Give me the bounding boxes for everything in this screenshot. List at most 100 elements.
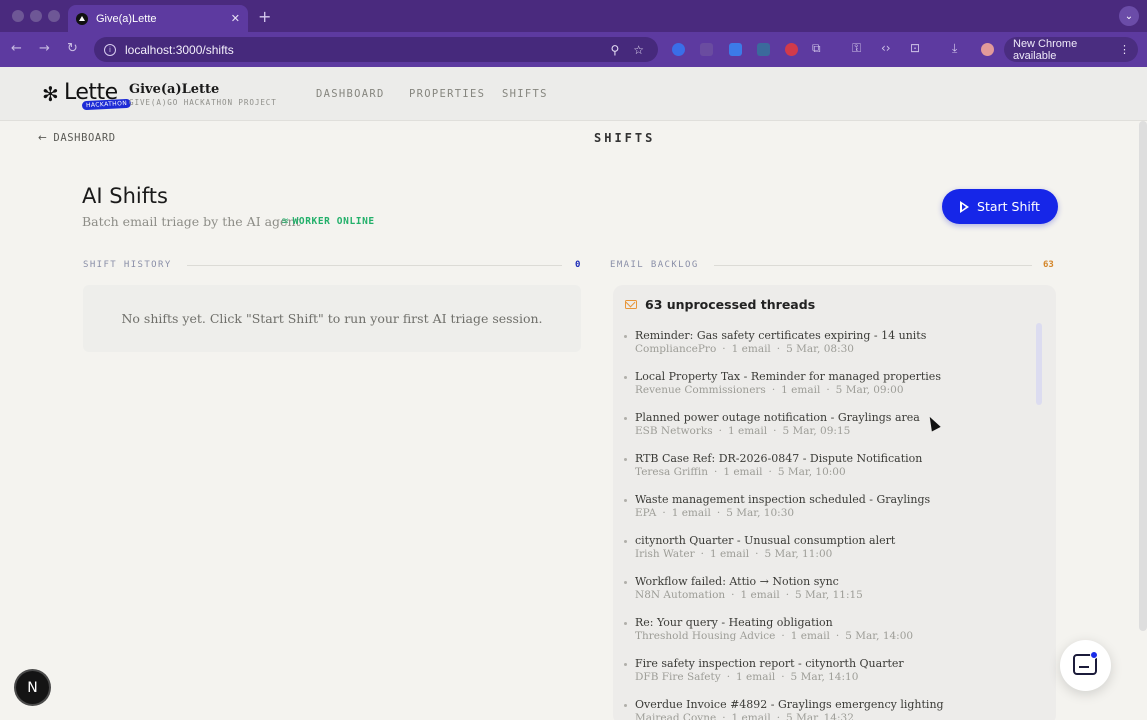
new-tab-icon[interactable]: +: [258, 7, 271, 26]
thread-time: 5 Mar, 09:15: [782, 425, 851, 437]
brand-subtitle: GIVE(A)GO HACKATHON PROJECT: [129, 98, 277, 107]
thread-subject: Re: Your query - Heating obligation: [635, 616, 833, 629]
thread-meta: N8N Automation · 1 email · 5 Mar, 11:15: [635, 589, 863, 601]
thread-email-count: 1 email: [709, 548, 750, 560]
tab-search-chevron-icon[interactable]: ⌄: [1119, 6, 1139, 26]
thread-meta: Irish Water · 1 email · 5 Mar, 11:00: [635, 548, 833, 560]
shift-history-empty-state: No shifts yet. Click "Start Shift" to ru…: [83, 285, 581, 352]
extension-icon[interactable]: [757, 43, 770, 56]
reload-icon[interactable]: ↻: [67, 41, 78, 56]
thread-subject: Overdue Invoice #4892 - Graylings emerge…: [635, 698, 944, 711]
thread-email-count: 1 email: [671, 507, 711, 519]
thread-meta: Threshold Housing Advice · 1 email · 5 Mar, …: [635, 630, 914, 642]
bullet-icon: [624, 704, 627, 707]
browser-tab[interactable]: Give(a)Lette ✕: [68, 5, 248, 32]
bullet-icon: [624, 540, 627, 543]
thread-email-count: 1 email: [731, 712, 771, 720]
address-bar[interactable]: i localhost:3000/shifts ⚲ ☆: [94, 37, 658, 62]
update-label: New Chrome available: [1013, 37, 1078, 62]
forward-arrow-icon[interactable]: →: [39, 41, 50, 56]
browser-tab-strip: Give(a)Lette ✕ + ⌄: [0, 0, 1147, 32]
thread-subject: Planned power outage notification - Gray…: [635, 411, 920, 424]
thread-subject: Local Property Tax - Reminder for manage…: [635, 370, 941, 383]
play-icon: [960, 200, 970, 213]
extension-icon[interactable]: [729, 43, 742, 56]
screenshot-icon[interactable]: ⊡: [910, 41, 920, 55]
back-arrow-icon[interactable]: ←: [11, 41, 22, 56]
page-scrollbar[interactable]: [1139, 121, 1147, 631]
notification-dot: [1090, 651, 1098, 659]
start-shift-button[interactable]: Start Shift: [942, 189, 1058, 224]
email-backlog-card: 63 unprocessed threads Reminder: Gas saf…: [613, 285, 1056, 720]
thread-email-count: 1 email: [781, 384, 821, 396]
thread-subject: Reminder: Gas safety certificates expiri…: [635, 329, 927, 342]
brand-name: Give(a)Lette: [129, 82, 220, 97]
nav-dashboard[interactable]: DASHBOARD: [316, 88, 385, 100]
nav-properties[interactable]: PROPERTIES: [409, 88, 485, 100]
thread-sender: Revenue Commissioners: [635, 384, 766, 396]
window-minimize-dot[interactable]: [30, 10, 42, 22]
thread-time: 5 Mar, 08:30: [786, 343, 854, 355]
worker-status-badge: ≋ WORKER ONLINE: [281, 216, 375, 227]
bullet-icon: [624, 622, 627, 625]
backlog-heading-text: 63 unprocessed threads: [645, 297, 816, 312]
bullet-icon: [624, 663, 627, 666]
arrow-left-icon: ←: [38, 132, 48, 144]
thread-subject: Waste management inspection scheduled - …: [635, 493, 931, 506]
logo[interactable]: ✻ Lette HACKATHON: [42, 81, 132, 112]
download-icon[interactable]: ⤓: [952, 41, 957, 56]
window-maximize-dot[interactable]: [48, 10, 60, 22]
back-label: DASHBOARD: [53, 132, 116, 144]
thread-meta: Teresa Griffin · 1 email · 5 Mar, 10:00: [635, 466, 846, 478]
thread-time: 5 Mar, 11:15: [795, 589, 863, 601]
backlog-scrollbar[interactable]: [1036, 323, 1042, 405]
chrome-update-button[interactable]: New Chrome available ⋮: [1004, 37, 1138, 62]
site-info-icon[interactable]: i: [104, 43, 116, 56]
worker-status-text: WORKER ONLINE: [292, 216, 375, 227]
thread-time: 5 Mar, 14:00: [845, 630, 914, 642]
window-close-dot[interactable]: [12, 10, 24, 22]
tab-close-icon[interactable]: ✕: [231, 12, 240, 25]
back-to-dashboard-link[interactable]: ← DASHBOARD: [38, 132, 116, 144]
thread-email-count: 1 email: [731, 343, 771, 355]
section-divider: [187, 265, 562, 266]
profile-avatar[interactable]: [981, 43, 994, 56]
thread-meta: ESB Networks · 1 email · 5 Mar, 09:15: [635, 425, 851, 437]
thread-sender: Irish Water: [635, 548, 695, 560]
thread-email-count: 1 email: [740, 589, 780, 601]
tab-title: Give(a)Lette: [96, 12, 157, 25]
email-backlog-label: EMAIL BACKLOG: [610, 260, 699, 270]
thread-sender: CompliancePro: [635, 343, 717, 355]
chat-button[interactable]: [1060, 640, 1111, 691]
backlog-heading: 63 unprocessed threads: [625, 297, 815, 312]
thread-meta: Revenue Commissioners · 1 email · 5 Mar, 09:…: [635, 384, 904, 396]
thread-email-count: 1 email: [736, 671, 776, 683]
mail-icon: [625, 300, 637, 309]
nav-shifts[interactable]: SHIFTS: [502, 88, 548, 100]
extension-icon[interactable]: [785, 43, 798, 56]
page-title: AI Shifts: [82, 184, 168, 208]
zoom-icon[interactable]: ⚲: [610, 43, 619, 57]
thread-sender: Teresa Griffin: [635, 466, 708, 478]
extension-icon[interactable]: [700, 43, 713, 56]
browser-toolbar: ← → ↻ i localhost:3000/shifts ⚲ ☆ ⧉ ⚿ ‹›…: [0, 32, 1147, 67]
nextjs-dev-badge[interactable]: N: [16, 671, 49, 704]
extension-icon[interactable]: [672, 43, 685, 56]
address-url[interactable]: localhost:3000/shifts: [125, 43, 610, 57]
thread-sender: Mairead Coyne: [635, 712, 717, 720]
bullet-icon: [624, 335, 627, 338]
password-key-icon[interactable]: ⚿: [852, 41, 861, 56]
start-shift-label: Start Shift: [977, 199, 1040, 214]
extensions-puzzle-icon[interactable]: ⧉: [812, 41, 821, 56]
bullet-icon: [624, 581, 627, 584]
thread-time: 5 Mar, 14:10: [790, 671, 859, 683]
favicon-icon: [76, 12, 88, 25]
devtools-code-icon[interactable]: ‹›: [881, 41, 891, 55]
thread-meta: CompliancePro · 1 email · 5 Mar, 08:30: [635, 343, 854, 355]
bookmark-star-icon[interactable]: ☆: [633, 43, 644, 57]
flower-logo-icon: ✻: [42, 82, 59, 106]
thread-meta: Mairead Coyne · 1 email · 5 Mar, 14:32: [635, 712, 854, 720]
bullet-icon: [624, 417, 627, 420]
app-header: ✻ Lette HACKATHON Give(a)Lette GIVE(A)GO…: [0, 67, 1147, 121]
thread-sender: ESB Networks: [635, 425, 713, 437]
